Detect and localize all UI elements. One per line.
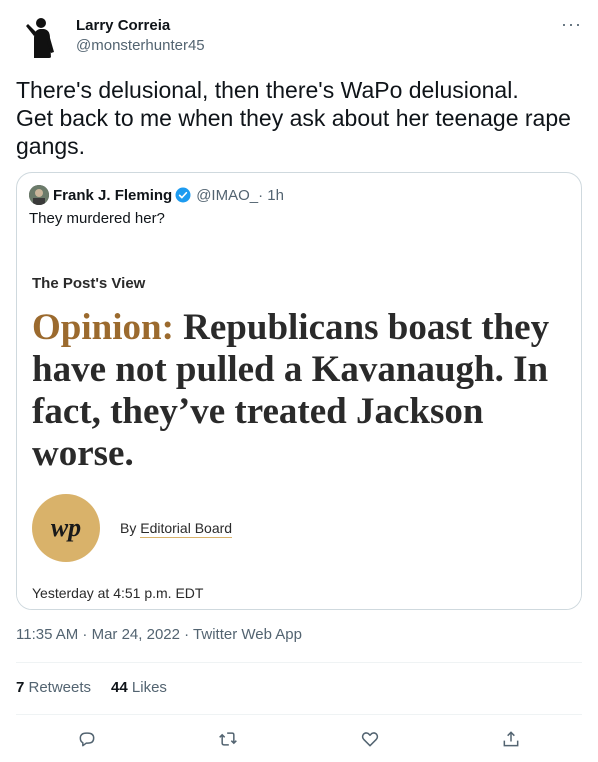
quoted-avatar bbox=[29, 185, 49, 205]
quoted-tweet-header: Frank J. Fleming @IMAO_ · 1h bbox=[29, 185, 284, 205]
quoted-display-name: Frank J. Fleming bbox=[53, 186, 173, 204]
wapo-logo: wp bbox=[32, 494, 100, 562]
action-bar bbox=[16, 720, 582, 758]
quoted-image[interactable]: The Post's View Opinion: Republicans boa… bbox=[17, 239, 581, 609]
divider bbox=[16, 662, 582, 663]
article-byline: By Editorial Board bbox=[120, 520, 233, 538]
reply-icon bbox=[79, 732, 95, 747]
heart-icon bbox=[361, 732, 378, 747]
reply-button[interactable] bbox=[68, 720, 106, 758]
retweets-label: Retweets bbox=[24, 679, 92, 696]
tweet-text: There's delusional, then there's WaPo de… bbox=[16, 77, 571, 159]
quoted-time: · 1h bbox=[258, 186, 284, 204]
article-timestamp: Yesterday at 4:51 p.m. EDT bbox=[32, 585, 204, 601]
silhouette-avatar-icon bbox=[16, 12, 64, 60]
like-button[interactable] bbox=[351, 720, 389, 758]
article-kicker: The Post's View bbox=[32, 275, 146, 292]
quoted-text: They murdered her? bbox=[29, 210, 165, 227]
avatar[interactable] bbox=[16, 12, 64, 60]
byline-prefix: By bbox=[120, 520, 141, 536]
share-icon bbox=[503, 731, 519, 747]
share-button[interactable] bbox=[492, 720, 530, 758]
retweet-button[interactable] bbox=[209, 720, 247, 758]
tweet-meta[interactable]: 11:35 AM · Mar 24, 2022 · Twitter Web Ap… bbox=[16, 626, 302, 643]
likes-label: Likes bbox=[127, 679, 167, 696]
quoted-tweet[interactable]: Frank J. Fleming @IMAO_ · 1h They murder… bbox=[16, 172, 582, 610]
likes-stat[interactable]: 44 Likes bbox=[111, 679, 167, 696]
verified-badge-icon bbox=[175, 187, 191, 203]
author-names: Larry Correia @monsterhunter45 bbox=[76, 16, 205, 56]
author-display-name[interactable]: Larry Correia bbox=[76, 16, 205, 36]
retweets-stat[interactable]: 7 Retweets bbox=[16, 679, 91, 696]
author-handle[interactable]: @monsterhunter45 bbox=[76, 36, 205, 56]
quoted-handle: @IMAO_ bbox=[196, 186, 259, 204]
more-options-icon[interactable]: ··· bbox=[561, 14, 582, 35]
headline-prefix: Opinion: bbox=[32, 307, 174, 348]
byline-author: Editorial Board bbox=[140, 520, 233, 538]
likes-count: 44 bbox=[111, 679, 128, 696]
quoted-avatar-icon bbox=[29, 185, 49, 205]
tweet-header: Larry Correia @monsterhunter45 ··· bbox=[16, 12, 582, 62]
article-headline: Opinion: Republicans boast they have not… bbox=[32, 307, 572, 475]
retweet-icon bbox=[219, 732, 238, 746]
wapo-logo-text: wp bbox=[50, 513, 82, 542]
divider bbox=[16, 714, 582, 715]
tweet-stats: 7 Retweets 44 Likes bbox=[16, 679, 187, 696]
